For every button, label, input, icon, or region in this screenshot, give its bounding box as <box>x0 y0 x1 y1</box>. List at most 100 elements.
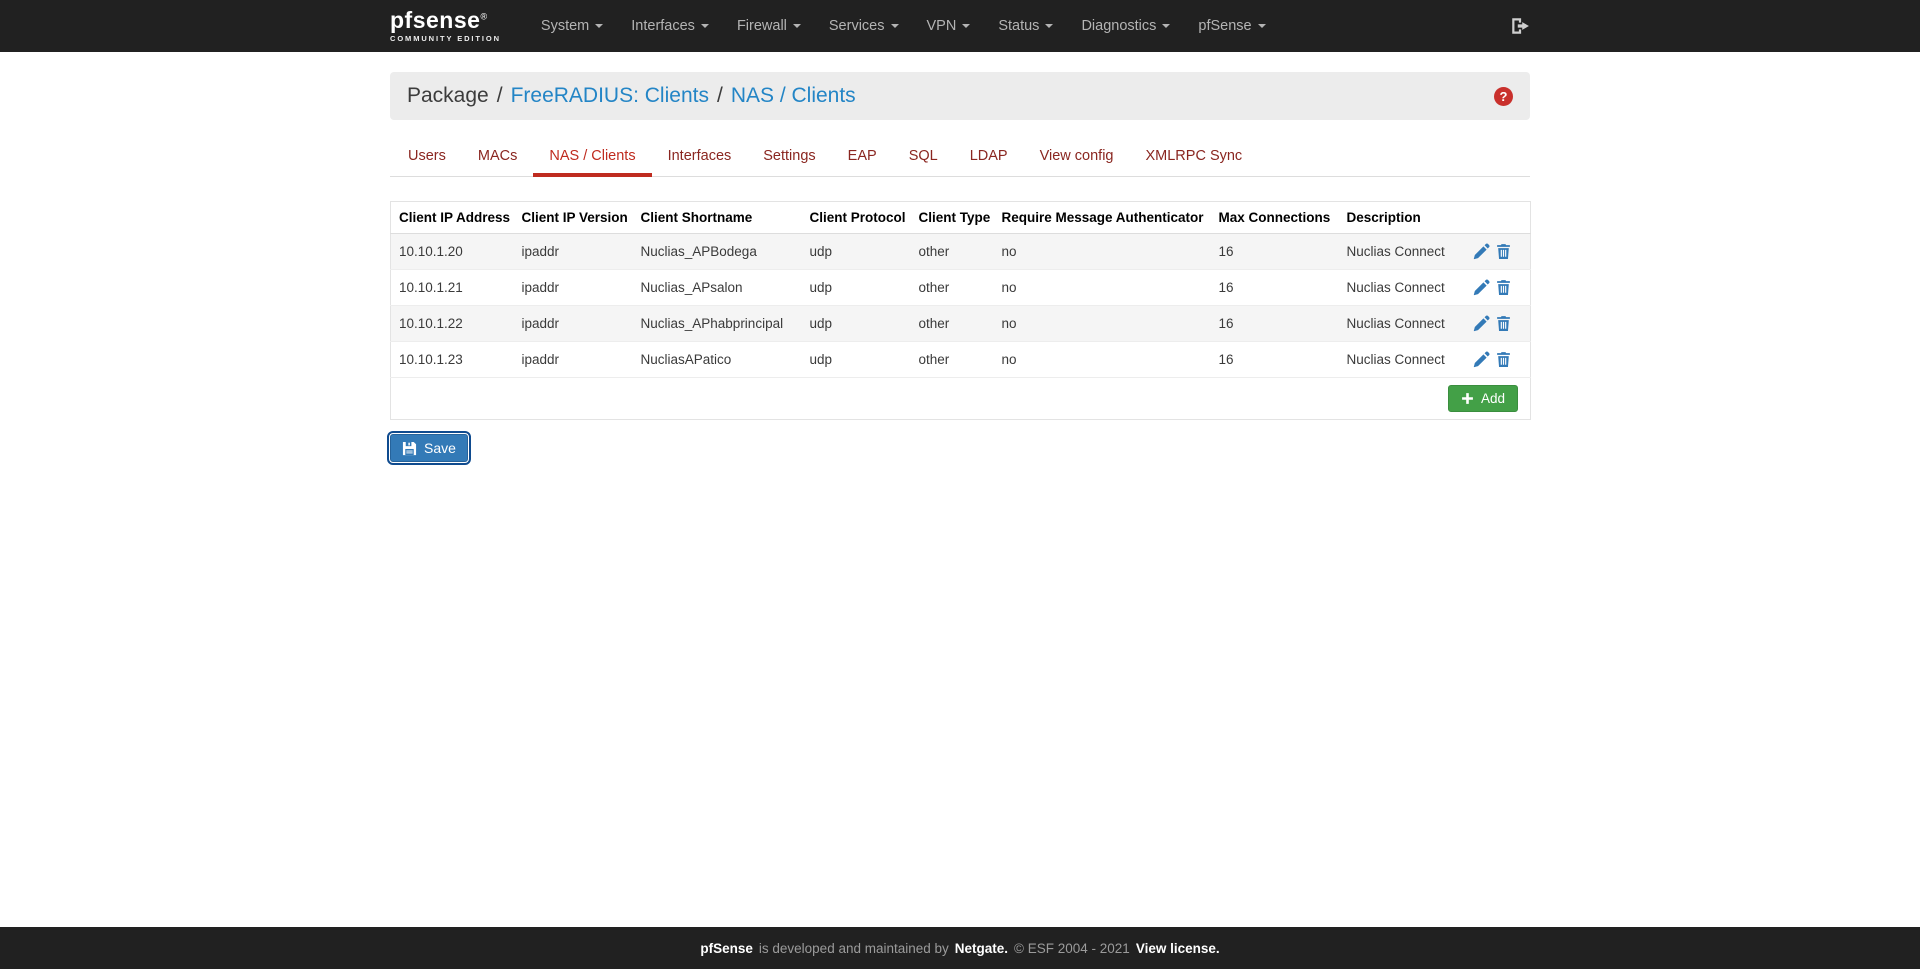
chevron-down-icon <box>1162 24 1171 28</box>
logo-text: pfsense <box>390 7 481 34</box>
nav-item-firewall[interactable]: Firewall <box>723 0 815 52</box>
save-button-label: Save <box>424 440 456 456</box>
edit-icon[interactable] <box>1473 351 1490 368</box>
table-row: 10.10.1.22 ipaddr Nuclias_APhabprincipal… <box>390 305 1531 342</box>
plus-icon <box>1461 392 1474 405</box>
cell-require-auth: no <box>993 305 1211 342</box>
delete-icon[interactable] <box>1495 243 1512 260</box>
nav-item-label: Interfaces <box>631 18 695 34</box>
cell-shortname: Nuclias_APBodega <box>632 233 802 270</box>
footer-maintained-text: is developed and maintained by <box>758 940 949 956</box>
cell-type: other <box>910 341 994 378</box>
cell-type: other <box>910 233 994 270</box>
cell-client-ip: 10.10.1.23 <box>390 341 514 378</box>
col-header-client-type: Client Type <box>910 201 994 234</box>
col-header-client-protocol: Client Protocol <box>801 201 911 234</box>
cell-max-connections: 16 <box>1210 341 1339 378</box>
delete-icon[interactable] <box>1495 279 1512 296</box>
cell-description: Nuclias Connect <box>1338 269 1465 306</box>
col-header-require-message-authenticator: Require Message Authenticator <box>993 201 1211 234</box>
save-button[interactable]: Save <box>387 431 471 465</box>
edit-icon[interactable] <box>1473 243 1490 260</box>
tab-eap[interactable]: EAP <box>832 138 893 177</box>
cell-require-auth: no <box>993 341 1211 378</box>
pfsense-logo[interactable]: pfsense® COMMUNITY EDITION <box>390 9 501 43</box>
page: pfsense® COMMUNITY EDITION System Interf… <box>0 0 1920 969</box>
cell-max-connections: 16 <box>1210 269 1339 306</box>
tab-nas-clients[interactable]: NAS / Clients <box>533 138 652 177</box>
cell-client-ip: 10.10.1.21 <box>390 269 514 306</box>
tab-view-config[interactable]: View config <box>1024 138 1130 177</box>
cell-shortname: Nuclias_APsalon <box>632 269 802 306</box>
tab-ldap[interactable]: LDAP <box>954 138 1024 177</box>
cell-type: other <box>910 305 994 342</box>
logout-icon[interactable] <box>1510 17 1530 35</box>
col-header-client-shortname: Client Shortname <box>632 201 802 234</box>
tab-sql[interactable]: SQL <box>893 138 954 177</box>
col-header-client-ip-version: Client IP Version <box>513 201 633 234</box>
breadcrumb-separator: / <box>716 84 723 107</box>
nav-item-status[interactable]: Status <box>984 0 1067 52</box>
tab-users[interactable]: Users <box>392 138 462 177</box>
cell-client-ip: 10.10.1.22 <box>390 305 514 342</box>
nav-item-pfsense[interactable]: pfSense <box>1184 0 1279 52</box>
help-icon[interactable]: ? <box>1494 86 1513 106</box>
top-navbar: pfsense® COMMUNITY EDITION System Interf… <box>0 0 1920 52</box>
cell-shortname: NucliasAPatico <box>632 341 802 378</box>
nav-item-services[interactable]: Services <box>815 0 913 52</box>
table-row: 10.10.1.20 ipaddr Nuclias_APBodega udp o… <box>390 233 1531 270</box>
tab-interfaces[interactable]: Interfaces <box>652 138 748 177</box>
view-license-link[interactable]: View license. <box>1136 941 1220 956</box>
table-row: 10.10.1.23 ipaddr NucliasAPatico udp oth… <box>390 341 1531 378</box>
add-button[interactable]: Add <box>1447 385 1518 412</box>
cell-ip-version: ipaddr <box>513 341 633 378</box>
delete-icon[interactable] <box>1495 351 1512 368</box>
breadcrumb-link-nas-clients[interactable]: NAS / Clients <box>731 84 856 108</box>
footer-copyright: © ESF 2004 - 2021 <box>1014 940 1130 956</box>
table-footer-row: Add <box>390 377 1531 420</box>
chevron-down-icon <box>792 24 801 28</box>
breadcrumb-link-freeradius-clients[interactable]: FreeRADIUS: Clients <box>511 84 709 108</box>
cell-protocol: udp <box>801 233 911 270</box>
tab-macs[interactable]: MACs <box>462 138 533 177</box>
chevron-down-icon <box>700 24 709 28</box>
nav-item-label: Firewall <box>736 18 787 34</box>
chevron-down-icon <box>962 24 971 28</box>
clients-table: Client IP Address Client IP Version Clie… <box>390 201 1531 420</box>
nav-item-system[interactable]: System <box>527 0 617 52</box>
cell-ip-version: ipaddr <box>513 305 633 342</box>
nav-item-label: System <box>540 18 590 34</box>
table-header-row: Client IP Address Client IP Version Clie… <box>390 201 1531 234</box>
tab-bar: Users MACs NAS / Clients Interfaces Sett… <box>390 138 1530 177</box>
nav-item-interfaces[interactable]: Interfaces <box>617 0 723 52</box>
tab-settings[interactable]: Settings <box>747 138 831 177</box>
cell-protocol: udp <box>801 305 911 342</box>
edit-icon[interactable] <box>1473 315 1490 332</box>
col-header-max-connections: Max Connections <box>1210 201 1339 234</box>
nav-item-label: Status <box>998 18 1040 34</box>
nav-item-label: Diagnostics <box>1081 18 1157 34</box>
table-row: 10.10.1.21 ipaddr Nuclias_APsalon udp ot… <box>390 269 1531 306</box>
nav-item-vpn[interactable]: VPN <box>913 0 985 52</box>
nav-item-label: Services <box>828 18 885 34</box>
edit-icon[interactable] <box>1473 279 1490 296</box>
registered-mark: ® <box>480 11 488 22</box>
delete-icon[interactable] <box>1495 315 1512 332</box>
netgate-link[interactable]: Netgate. <box>955 941 1008 956</box>
col-header-description: Description <box>1338 201 1465 234</box>
cell-client-ip: 10.10.1.20 <box>390 233 514 270</box>
main-menu: System Interfaces Firewall Services VPN … <box>527 0 1280 52</box>
cell-ip-version: ipaddr <box>513 233 633 270</box>
cell-protocol: udp <box>801 269 911 306</box>
cell-shortname: Nuclias_APhabprincipal <box>632 305 802 342</box>
tab-xmlrpc-sync[interactable]: XMLRPC Sync <box>1129 138 1258 177</box>
nav-item-diagnostics[interactable]: Diagnostics <box>1067 0 1184 52</box>
cell-protocol: udp <box>801 341 911 378</box>
cell-ip-version: ipaddr <box>513 269 633 306</box>
save-icon <box>402 441 417 456</box>
add-button-label: Add <box>1480 391 1505 406</box>
chevron-down-icon <box>1045 24 1054 28</box>
chevron-down-icon <box>890 24 899 28</box>
col-header-client-ip-address: Client IP Address <box>390 201 514 234</box>
col-header-actions <box>1464 201 1531 234</box>
